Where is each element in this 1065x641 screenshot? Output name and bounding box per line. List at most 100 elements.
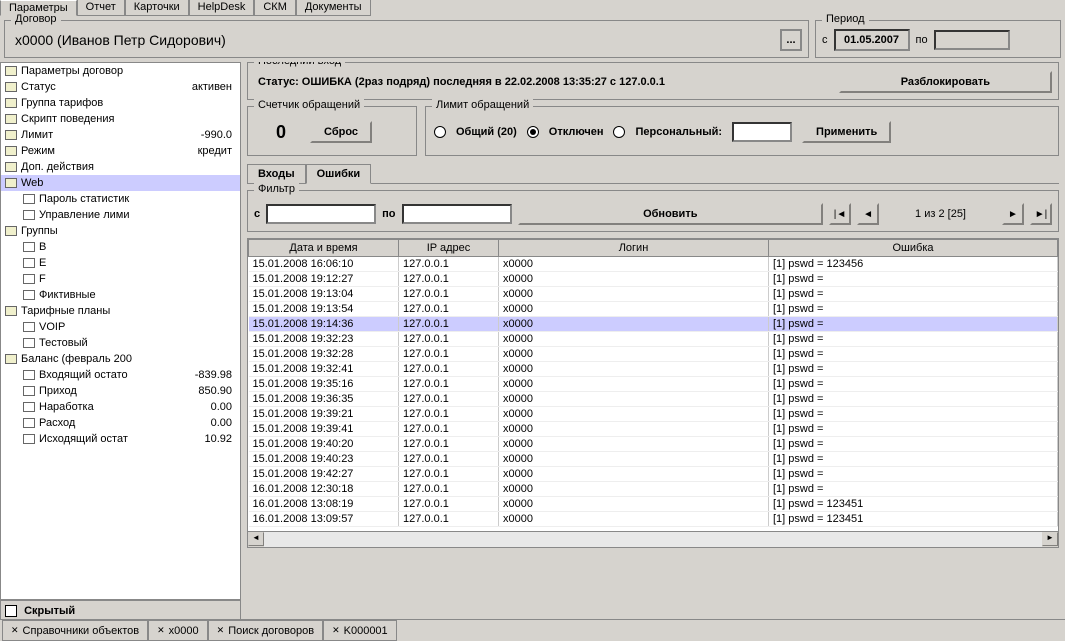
bottom-tab[interactable]: ✕Справочники объектов	[2, 620, 148, 641]
table-cell: 127.0.0.1	[399, 272, 499, 287]
bottom-tab[interactable]: ✕x0000	[148, 620, 208, 641]
hscroll-left-button[interactable]: ◄	[248, 532, 264, 546]
table-row[interactable]: 15.01.2008 19:35:16127.0.0.1x0000[1] psw…	[249, 377, 1058, 392]
bottom-tab[interactable]: ✕Поиск договоров	[208, 620, 323, 641]
table-row[interactable]: 16.01.2008 13:08:19127.0.0.1x0000[1] psw…	[249, 497, 1058, 512]
tree-item[interactable]: Группы	[1, 223, 240, 239]
table-cell: 15.01.2008 19:36:35	[249, 392, 399, 407]
table-row[interactable]: 16.01.2008 12:30:18127.0.0.1x0000[1] psw…	[249, 482, 1058, 497]
table-row[interactable]: 15.01.2008 19:13:54127.0.0.1x0000[1] psw…	[249, 302, 1058, 317]
tree-item[interactable]: Web	[1, 175, 240, 191]
close-icon[interactable]: ✕	[332, 625, 340, 636]
close-icon[interactable]: ✕	[157, 625, 165, 636]
tree-item[interactable]: Пароль статистик	[19, 191, 240, 207]
nav-prev-button[interactable]: ◄	[857, 203, 879, 225]
tree-item[interactable]: Фиктивные	[19, 287, 240, 303]
tree-item[interactable]: Статусактивен	[1, 79, 240, 95]
hscroll-right-button[interactable]: ►	[1042, 532, 1058, 546]
page-info: 1 из 2 [25]	[885, 208, 996, 220]
file-icon	[23, 386, 35, 396]
filter-legend: Фильтр	[254, 183, 299, 195]
tree-item[interactable]: Параметры договор	[1, 63, 240, 79]
folder-icon	[5, 82, 17, 92]
tree-item[interactable]: Скрипт поведения	[1, 111, 240, 127]
table-cell: 15.01.2008 19:13:04	[249, 287, 399, 302]
hidden-checkbox[interactable]	[5, 605, 17, 617]
radio-personal[interactable]	[613, 126, 625, 138]
tree-item[interactable]: Управление лими	[19, 207, 240, 223]
counter-legend: Счетчик обращений	[254, 99, 364, 111]
table-row[interactable]: 15.01.2008 19:39:21127.0.0.1x0000[1] psw…	[249, 407, 1058, 422]
period-from[interactable]: 01.05.2007	[834, 29, 910, 51]
tree-item[interactable]: Режимкредит	[1, 143, 240, 159]
period-from-label: с	[822, 34, 828, 46]
period-to[interactable]	[934, 30, 1010, 50]
nav-last-button[interactable]: ►|	[1030, 203, 1052, 225]
bottom-tab[interactable]: ✕K000001	[323, 620, 397, 641]
top-tab[interactable]: HelpDesk	[189, 0, 255, 16]
table-row[interactable]: 15.01.2008 19:32:41127.0.0.1x0000[1] psw…	[249, 362, 1058, 377]
tree-item[interactable]: B	[19, 239, 240, 255]
column-header[interactable]: IP адрес	[399, 240, 499, 257]
tree-item[interactable]: Лимит-990.0	[1, 127, 240, 143]
contract-value: x0000 (Иванов Петр Сидорович)	[11, 32, 226, 48]
filter-to-input[interactable]	[402, 204, 512, 224]
filter-from-input[interactable]	[266, 204, 376, 224]
tree-item[interactable]: Наработка0.00	[19, 399, 240, 415]
tree-item-value: активен	[192, 81, 236, 93]
nav-first-button[interactable]: |◄	[829, 203, 851, 225]
radio-disabled[interactable]	[527, 126, 539, 138]
close-icon[interactable]: ✕	[217, 625, 225, 636]
table-row[interactable]: 15.01.2008 19:42:27127.0.0.1x0000[1] psw…	[249, 467, 1058, 482]
last-login-legend: Последний вход	[254, 62, 345, 67]
tab-errors[interactable]: Ошибки	[306, 164, 372, 184]
tree-item[interactable]: VOIP	[19, 319, 240, 335]
tree-item[interactable]: F	[19, 271, 240, 287]
limit-common-label: Общий (20)	[456, 126, 517, 138]
tree-item[interactable]: E	[19, 255, 240, 271]
tree-item[interactable]: Баланс (февраль 200	[1, 351, 240, 367]
table-cell: x0000	[499, 467, 769, 482]
tab-entries[interactable]: Входы	[247, 164, 306, 183]
table-row[interactable]: 15.01.2008 19:39:41127.0.0.1x0000[1] psw…	[249, 422, 1058, 437]
radio-common[interactable]	[434, 126, 446, 138]
column-header[interactable]: Логин	[499, 240, 769, 257]
column-header[interactable]: Ошибка	[769, 240, 1058, 257]
table-row[interactable]: 15.01.2008 19:32:23127.0.0.1x0000[1] psw…	[249, 332, 1058, 347]
top-tab[interactable]: СКМ	[254, 0, 296, 16]
table-row[interactable]: 16.01.2008 13:09:57127.0.0.1x0000[1] psw…	[249, 512, 1058, 527]
top-tab[interactable]: Отчет	[77, 0, 125, 16]
reset-button[interactable]: Сброс	[310, 121, 372, 143]
table-row[interactable]: 15.01.2008 19:13:04127.0.0.1x0000[1] psw…	[249, 287, 1058, 302]
table-row[interactable]: 15.01.2008 19:14:36127.0.0.1x0000[1] psw…	[249, 317, 1058, 332]
table-row[interactable]: 15.01.2008 16:06:10127.0.0.1x0000[1] psw…	[249, 257, 1058, 272]
table-row[interactable]: 15.01.2008 19:40:23127.0.0.1x0000[1] psw…	[249, 452, 1058, 467]
counter-value: 0	[260, 122, 302, 143]
grid-hscrollbar[interactable]: ◄ ►	[247, 532, 1059, 548]
column-header[interactable]: Дата и время	[249, 240, 399, 257]
tree-item[interactable]: Доп. действия	[1, 159, 240, 175]
table-row[interactable]: 15.01.2008 19:12:27127.0.0.1x0000[1] psw…	[249, 272, 1058, 287]
unblock-button[interactable]: Разблокировать	[839, 71, 1052, 93]
tree-item[interactable]: Тестовый	[19, 335, 240, 351]
refresh-button[interactable]: Обновить	[518, 203, 824, 225]
personal-limit-input[interactable]	[732, 122, 792, 142]
tree-item[interactable]: Входящий остато-839.98	[19, 367, 240, 383]
tree-item[interactable]: Исходящий остат10.92	[19, 431, 240, 447]
top-tab[interactable]: Документы	[296, 0, 371, 16]
error-grid[interactable]: Дата и времяIP адресЛогинОшибка 15.01.20…	[247, 238, 1059, 532]
tree-item[interactable]: Приход850.90	[19, 383, 240, 399]
tree-item[interactable]: Группа тарифов	[1, 95, 240, 111]
tree-item[interactable]: Расход0.00	[19, 415, 240, 431]
table-row[interactable]: 15.01.2008 19:32:28127.0.0.1x0000[1] psw…	[249, 347, 1058, 362]
top-tab[interactable]: Карточки	[125, 0, 189, 16]
contract-browse-button[interactable]: ...	[780, 29, 802, 51]
table-row[interactable]: 15.01.2008 19:36:35127.0.0.1x0000[1] psw…	[249, 392, 1058, 407]
tree-item-label: Пароль статистик	[39, 193, 129, 205]
sidebar-tree[interactable]: Параметры договорСтатусактивенГруппа тар…	[0, 62, 241, 600]
nav-next-button[interactable]: ►	[1002, 203, 1024, 225]
close-icon[interactable]: ✕	[11, 625, 19, 636]
tree-item[interactable]: Тарифные планы	[1, 303, 240, 319]
table-row[interactable]: 15.01.2008 19:40:20127.0.0.1x0000[1] psw…	[249, 437, 1058, 452]
apply-button[interactable]: Применить	[802, 121, 891, 143]
